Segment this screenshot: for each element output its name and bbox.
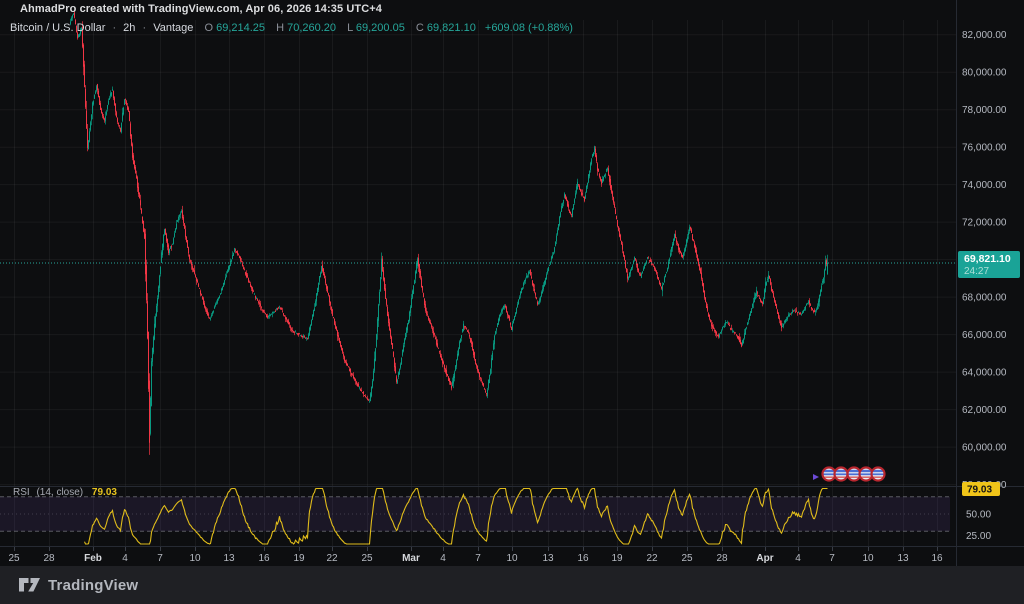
high-label: H: [276, 22, 284, 34]
separator-dot: ·: [142, 22, 146, 34]
rsi-pane[interactable]: [0, 486, 956, 546]
open-value: 69,214.25: [216, 22, 265, 34]
low-value: 69,200.05: [356, 22, 405, 34]
close-value: 69,821.10: [427, 22, 476, 34]
attribution-watermark: AhmadPro created with TradingView.com, A…: [20, 3, 382, 15]
tradingview-logo-icon: [18, 577, 41, 593]
price-scale[interactable]: [956, 0, 1024, 566]
rsi-indicator-legend[interactable]: RSI (14, close) 79.03: [13, 487, 117, 498]
exchange-label: Vantage: [153, 22, 193, 34]
tradingview-chart-window: 82,000.0080,000.0078,000.0076,000.0074,0…: [0, 0, 1024, 604]
symbol-name[interactable]: Bitcoin / U.S. Dollar: [10, 22, 105, 34]
separator-dot: ·: [112, 22, 116, 34]
low-label: L: [347, 22, 353, 34]
interval-label[interactable]: 2h: [123, 22, 135, 34]
tradingview-logo[interactable]: TradingView: [18, 577, 138, 594]
tradingview-brand-text: TradingView: [48, 577, 138, 594]
close-label: C: [416, 22, 424, 34]
symbol-legend-row[interactable]: Bitcoin / U.S. Dollar · 2h · Vantage O 6…: [10, 22, 573, 34]
rsi-params: (14, close): [36, 487, 83, 498]
rsi-current-value: 79.03: [92, 487, 117, 498]
high-value: 70,260.20: [287, 22, 336, 34]
time-scale[interactable]: [0, 546, 956, 566]
price-pane[interactable]: [0, 18, 956, 486]
rsi-title: RSI: [13, 487, 30, 498]
footer-bar: TradingView: [0, 566, 1024, 604]
open-label: O: [204, 22, 213, 34]
change-value: +609.08 (+0.88%): [485, 22, 573, 34]
